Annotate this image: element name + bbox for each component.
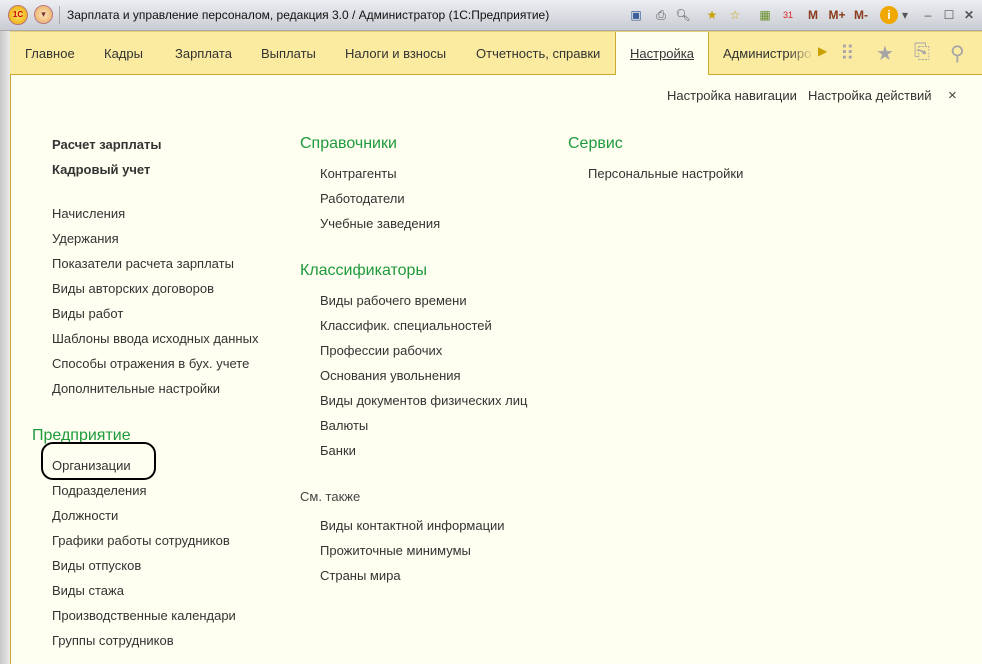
nav-link[interactable]: Классифик. специальностей: [320, 318, 492, 333]
section-panel: Главное Кадры Зарплата Выплаты Налоги и …: [10, 31, 982, 76]
title-bar: 1С ▾ Зарплата и управление персоналом, р…: [0, 0, 982, 31]
nav-link[interactable]: Шаблоны ввода исходных данных: [52, 331, 258, 346]
nav-link[interactable]: Работодатели: [320, 191, 405, 206]
favorites-star-icon[interactable]: ★: [876, 41, 894, 66]
nav-link[interactable]: Виды контактной информации: [320, 518, 505, 533]
nav-link[interactable]: Показатели расчета зарплаты: [52, 256, 234, 271]
nav-link[interactable]: Группы сотрудников: [52, 633, 174, 648]
nav-link[interactable]: Виды отпусков: [52, 558, 141, 573]
nav-link[interactable]: Виды рабочего времени: [320, 293, 467, 308]
navigation-settings-link[interactable]: Настройка навигации: [667, 88, 797, 103]
section-link-hr[interactable]: Кадровый учет: [52, 162, 150, 177]
minimize-icon[interactable]: –: [922, 6, 934, 24]
calendar-icon[interactable]: 31: [780, 6, 796, 24]
nav-link[interactable]: Виды документов физических лиц: [320, 393, 527, 408]
nav-link[interactable]: Способы отражения в бух. учете: [52, 356, 249, 371]
tab-personnel[interactable]: Кадры: [104, 32, 143, 75]
nav-link[interactable]: Валюты: [320, 418, 368, 433]
memory-plus-button[interactable]: M+: [827, 6, 847, 24]
nav-link[interactable]: Профессии рабочих: [320, 343, 442, 358]
window-title: Зарплата и управление персоналом, редакц…: [67, 8, 550, 22]
nav-link[interactable]: Должности: [52, 508, 118, 523]
nav-link[interactable]: Виды авторских договоров: [52, 281, 214, 296]
highlight-circle: [41, 442, 156, 480]
calculator-icon[interactable]: ▦: [757, 6, 773, 24]
tab-main[interactable]: Главное: [25, 32, 75, 75]
nav-link[interactable]: Подразделения: [52, 483, 147, 498]
favorites-icon[interactable]: ☆: [727, 6, 743, 24]
nav-link[interactable]: Прожиточные минимумы: [320, 543, 471, 558]
settings-panel: Настройка навигации Настройка действий ×…: [10, 75, 982, 664]
group-heading: Справочники: [300, 135, 397, 152]
chevron-down-icon[interactable]: ▾: [900, 6, 910, 24]
main-menu-button[interactable]: ▾: [34, 5, 53, 24]
section-link-payroll[interactable]: Расчет зарплаты: [52, 137, 161, 152]
nav-link[interactable]: Начисления: [52, 206, 125, 221]
1c-logo-icon[interactable]: 1С: [8, 5, 28, 25]
memory-minus-button[interactable]: M-: [851, 6, 871, 24]
nav-link[interactable]: Банки: [320, 443, 356, 458]
scroll-right-icon[interactable]: ▶: [818, 44, 827, 58]
nav-link[interactable]: Дополнительные настройки: [52, 381, 220, 396]
add-favorite-icon[interactable]: ★: [703, 6, 721, 24]
tab-settings-label: Настройка: [630, 46, 694, 61]
nav-link[interactable]: Производственные календари: [52, 608, 236, 623]
group-heading: Сервис: [568, 135, 623, 152]
nav-link[interactable]: Персональные настройки: [588, 166, 743, 181]
info-icon[interactable]: i: [880, 6, 898, 24]
close-icon[interactable]: ×: [948, 87, 957, 104]
print-icon[interactable]: ⎙: [652, 6, 670, 24]
maximize-icon[interactable]: ☐: [942, 6, 956, 24]
tab-payments[interactable]: Выплаты: [261, 32, 316, 75]
group-heading: См. также: [300, 489, 361, 504]
separator: [59, 6, 60, 24]
nav-link[interactable]: Удержания: [52, 231, 119, 246]
all-functions-icon[interactable]: ⠿: [840, 41, 855, 66]
tab-reports[interactable]: Отчетность, справки: [476, 32, 600, 75]
memory-button[interactable]: M: [805, 6, 821, 24]
nav-link[interactable]: Виды работ: [52, 306, 123, 321]
action-settings-link[interactable]: Настройка действий: [808, 88, 932, 103]
nav-link[interactable]: Страны мира: [320, 568, 401, 583]
group-heading: Классификаторы: [300, 262, 427, 279]
close-window-icon[interactable]: ✕: [962, 6, 976, 24]
preview-icon[interactable]: 🔍︎: [675, 6, 691, 24]
nav-link[interactable]: Учебные заведения: [320, 216, 440, 231]
tab-administration[interactable]: Администриро: [723, 32, 815, 75]
tab-salary[interactable]: Зарплата: [175, 32, 232, 75]
history-icon[interactable]: ⎘: [914, 41, 930, 64]
tab-taxes[interactable]: Налоги и взносы: [345, 32, 446, 75]
nav-link[interactable]: Графики работы сотрудников: [52, 533, 230, 548]
nav-link[interactable]: Виды стажа: [52, 583, 124, 598]
window-frame: [0, 31, 10, 664]
tab-settings[interactable]: Настройка: [615, 32, 709, 76]
nav-link[interactable]: Контрагенты: [320, 166, 397, 181]
search-icon[interactable]: ⚲: [950, 41, 965, 66]
nav-link[interactable]: Основания увольнения: [320, 368, 461, 383]
save-icon[interactable]: ▣: [628, 6, 644, 24]
